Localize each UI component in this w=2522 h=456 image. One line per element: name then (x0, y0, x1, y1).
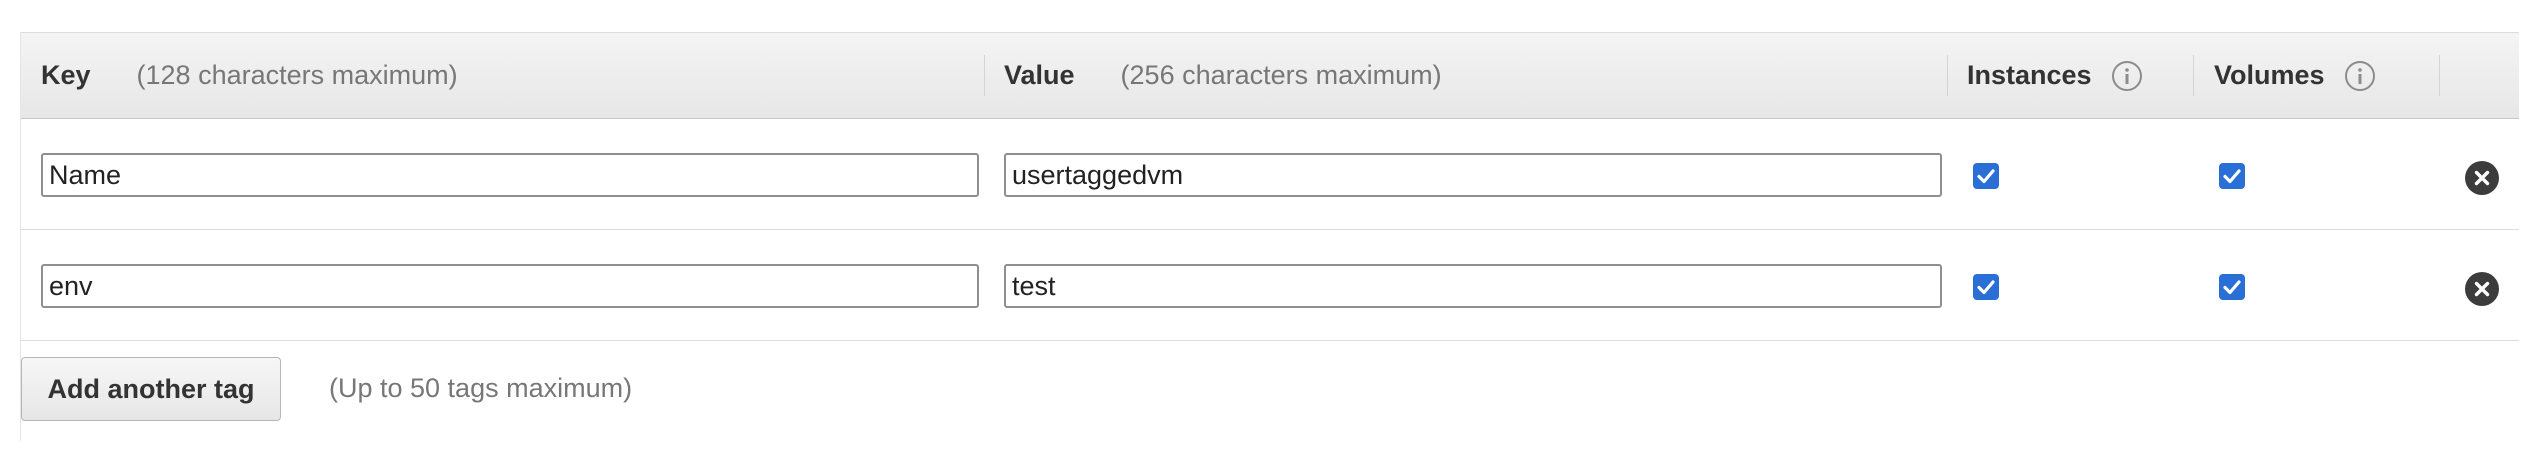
checkbox-checked-icon (2223, 169, 2241, 184)
tag-key-input[interactable] (41, 264, 979, 308)
remove-tag-button[interactable] (2465, 161, 2499, 195)
volumes-column-title: Volumes (2214, 60, 2325, 90)
instances-info-icon[interactable] (2111, 60, 2142, 91)
table-header: Key (128 characters maximum) Value (256 … (21, 32, 2519, 119)
column-divider (1947, 55, 1948, 96)
volumes-info-icon[interactable] (2344, 60, 2375, 91)
key-column-title: Key (41, 60, 91, 90)
instances-checkbox[interactable] (1973, 163, 1999, 189)
tag-value-input[interactable] (1004, 153, 1942, 197)
tag-limit-text: (Up to 50 tags maximum) (329, 373, 633, 403)
volumes-checkbox[interactable] (2219, 163, 2245, 189)
checkbox-checked-icon (2223, 280, 2241, 295)
tags-table: Key (128 characters maximum) Value (256 … (20, 32, 2519, 441)
remove-tag-button[interactable] (2465, 272, 2499, 306)
checkbox-checked-icon (1977, 280, 1995, 295)
value-column-title: Value (1004, 60, 1075, 90)
column-divider (984, 55, 985, 96)
instances-checkbox[interactable] (1973, 274, 1999, 300)
column-divider (2193, 55, 2194, 96)
value-column-hint: (256 characters maximum) (1120, 60, 1442, 90)
remove-circle-icon (2474, 170, 2490, 186)
add-another-tag-button[interactable]: Add another tag (21, 357, 281, 421)
key-column-hint: (128 characters maximum) (136, 60, 458, 90)
tag-key-input[interactable] (41, 153, 979, 197)
tag-row (21, 230, 2519, 341)
tag-row (21, 119, 2519, 230)
value-column-header: Value (256 characters maximum) (1004, 33, 1442, 118)
key-column-header: Key (128 characters maximum) (41, 33, 458, 118)
table-footer: Add another tag (Up to 50 tags maximum) (21, 341, 2519, 441)
volumes-checkbox[interactable] (2219, 274, 2245, 300)
remove-circle-icon (2474, 281, 2490, 297)
column-divider (2439, 55, 2440, 96)
checkbox-checked-icon (1977, 169, 1995, 184)
instances-column-header: Instances (1967, 33, 2142, 118)
tag-value-input[interactable] (1004, 264, 1942, 308)
instances-column-title: Instances (1967, 60, 2092, 90)
volumes-column-header: Volumes (2214, 33, 2375, 118)
